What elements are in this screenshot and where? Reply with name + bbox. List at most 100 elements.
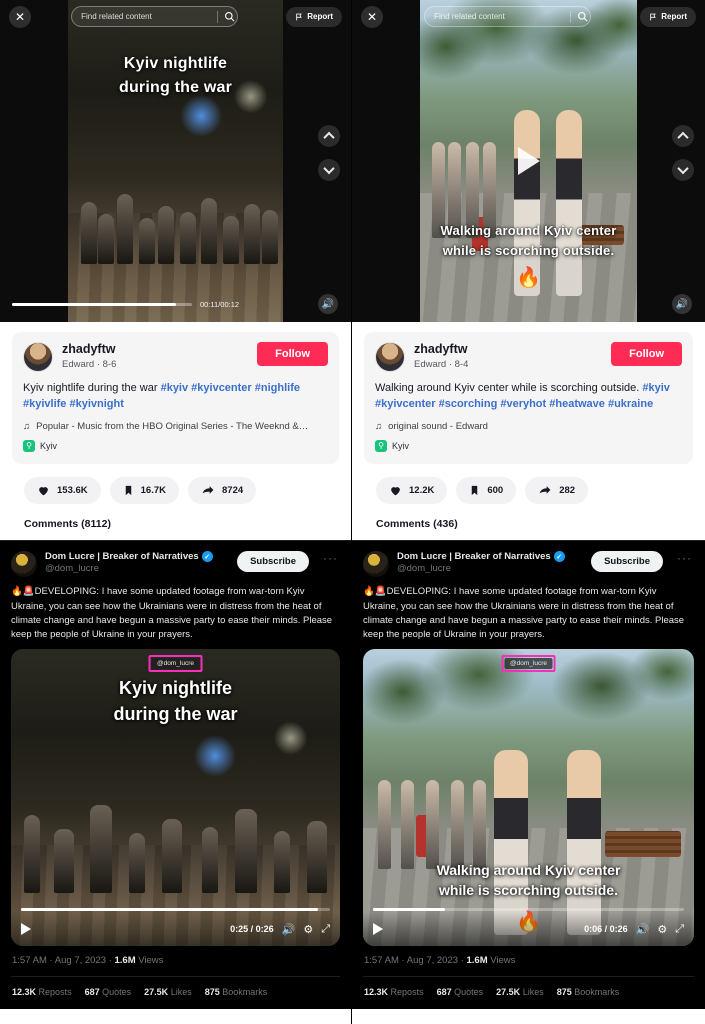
x-handle[interactable]: @dom_lucre xyxy=(397,563,583,574)
tiktok-location-chip[interactable]: ⚲ Kyiv xyxy=(375,439,410,452)
report-button[interactable]: Report xyxy=(640,6,696,27)
x-video-progress-bar[interactable] xyxy=(373,908,684,911)
volume-on-icon[interactable]: 🔊 xyxy=(282,923,296,936)
views-label: Views xyxy=(490,955,516,967)
tiktok-description: Walking around Kyiv center while is scor… xyxy=(375,381,682,413)
x-video-overlay-caption: Kyiv nightlife during the war xyxy=(11,675,340,727)
bookmarks-stat[interactable]: 875 Bookmarks xyxy=(557,987,620,997)
chevron-up-icon[interactable] xyxy=(318,125,340,147)
left-panel: Kyiv nightlife during the war ✕ Find rel… xyxy=(0,0,352,1024)
share-button[interactable]: 282 xyxy=(525,477,589,505)
search-input[interactable]: Find related content xyxy=(71,6,239,27)
comparison-view: Kyiv nightlife during the war ✕ Find rel… xyxy=(0,0,705,1024)
author-username[interactable]: zhadyftw xyxy=(414,342,602,358)
report-button[interactable]: Report xyxy=(286,6,342,27)
description-text: Walking around Kyiv center while is scor… xyxy=(375,382,643,394)
likes-stat[interactable]: 27.5K Likes xyxy=(496,987,544,997)
fullscreen-icon[interactable]: ⤢ xyxy=(675,923,684,936)
chevron-down-icon[interactable] xyxy=(672,159,694,181)
play-icon[interactable] xyxy=(21,923,31,936)
play-icon[interactable] xyxy=(517,147,540,175)
like-button[interactable]: 153.6K xyxy=(24,477,101,505)
heart-icon xyxy=(391,487,400,496)
tiktok-stats-row: 12.2K 600 282 xyxy=(364,464,693,505)
fullscreen-icon[interactable]: ⤢ xyxy=(321,923,330,936)
x-embedded-video-right[interactable]: @dom_lucre Walking around Kyiv center wh… xyxy=(363,649,694,947)
views-label: Views xyxy=(138,955,164,967)
music-title: Popular - Music from the HBO Original Se… xyxy=(36,420,309,432)
close-icon[interactable]: ✕ xyxy=(9,5,31,28)
video-navigation xyxy=(318,125,340,181)
tiktok-video-player-right[interactable]: Walking around Kyiv center while is scor… xyxy=(352,0,705,322)
post-date: Aug 7, 2023 xyxy=(406,955,459,967)
music-note-icon: ♫ xyxy=(23,420,31,432)
bookmark-count: 600 xyxy=(487,485,504,497)
likes-stat[interactable]: 27.5K Likes xyxy=(144,987,192,997)
x-post-left: Dom Lucre | Breaker of Narratives ✓ @dom… xyxy=(0,540,351,1010)
reposts-stat[interactable]: 12.3K Reposts xyxy=(12,987,72,997)
post-time: 1:57 AM xyxy=(364,955,399,967)
share-count: 8724 xyxy=(222,485,244,497)
x-display-name[interactable]: Dom Lucre | Breaker of Narratives xyxy=(397,551,551,562)
description-text: Kyiv nightlife during the war xyxy=(23,382,161,394)
quotes-stat[interactable]: 687 Quotes xyxy=(85,987,132,997)
comments-header: Comments (8112) xyxy=(24,518,111,531)
location-label: Kyiv xyxy=(392,440,410,451)
bookmark-icon xyxy=(125,486,131,496)
search-divider xyxy=(217,10,219,23)
x-handle[interactable]: @dom_lucre xyxy=(45,563,229,574)
x-embedded-video-left[interactable]: @dom_lucre Kyiv nightlife during the war… xyxy=(11,649,340,947)
quotes-stat[interactable]: 687 Quotes xyxy=(437,987,484,997)
follow-button[interactable]: Follow xyxy=(257,342,328,366)
avatar[interactable] xyxy=(11,551,37,578)
x-post-text: 🔥🚨DEVELOPING: I have some updated footag… xyxy=(363,586,685,641)
like-button[interactable]: 12.2K xyxy=(376,477,448,505)
tiktok-music-row[interactable]: ♫ original sound - Edward xyxy=(375,421,682,432)
tiktok-author-row: zhadyftw Edward · 8-4 Follow xyxy=(375,342,682,372)
more-options-icon[interactable]: ··· xyxy=(671,551,694,565)
avatar[interactable] xyxy=(23,342,53,372)
bookmark-button[interactable]: 600 xyxy=(456,477,517,505)
x-video-controls: 0:06 / 0:26 🔊 ⚙ ⤢ xyxy=(363,908,694,947)
settings-gear-icon[interactable]: ⚙ xyxy=(303,923,313,936)
author-username[interactable]: zhadyftw xyxy=(62,342,248,358)
video-overlay-caption: Kyiv nightlife during the war xyxy=(68,52,283,100)
more-options-icon[interactable]: ··· xyxy=(317,551,340,565)
caption-line-1: Walking around Kyiv center xyxy=(440,223,617,238)
chevron-up-icon[interactable] xyxy=(672,125,694,147)
tiktok-music-row[interactable]: ♫ Popular - Music from the HBO Original … xyxy=(23,421,328,432)
avatar[interactable] xyxy=(363,551,389,578)
like-count: 153.6K xyxy=(57,485,88,497)
reposts-stat[interactable]: 12.3K Reposts xyxy=(364,987,424,997)
tiktok-location-chip[interactable]: ⚲ Kyiv xyxy=(23,439,57,452)
play-icon[interactable] xyxy=(373,923,383,936)
tiktok-video-player-left[interactable]: Kyiv nightlife during the war ✕ Find rel… xyxy=(0,0,351,322)
search-input[interactable]: Find related content xyxy=(424,6,592,27)
subscribe-button[interactable]: Subscribe xyxy=(237,551,309,573)
tiktok-topbar: ✕ Find related content Report xyxy=(0,0,351,33)
avatar[interactable] xyxy=(375,342,405,372)
bookmark-button[interactable]: 16.7K xyxy=(109,477,179,505)
volume-on-icon[interactable]: 🔊 xyxy=(636,923,650,936)
x-video-progress-bar[interactable] xyxy=(21,908,330,911)
video-progress-bar[interactable] xyxy=(12,302,192,306)
tiktok-topbar: ✕ Find related content Report xyxy=(352,0,705,33)
verified-badge-icon: ✓ xyxy=(553,551,565,563)
heart-icon xyxy=(39,487,48,496)
follow-button[interactable]: Follow xyxy=(611,342,682,366)
settings-gear-icon[interactable]: ⚙ xyxy=(657,923,667,936)
close-icon[interactable]: ✕ xyxy=(361,5,383,28)
subscribe-button[interactable]: Subscribe xyxy=(591,551,663,573)
video-watermark: @dom_lucre xyxy=(151,658,200,670)
tiktok-info-card: zhadyftw Edward · 8-4 Follow Walking aro… xyxy=(364,332,693,465)
caption-line-2: while is scorching outside. xyxy=(439,882,618,899)
volume-on-icon[interactable]: 🔊 xyxy=(672,294,692,314)
x-video-time: 0:25 / 0:26 xyxy=(230,924,274,935)
author-names: zhadyftw Edward · 8-4 xyxy=(414,342,602,370)
caption-line-2: while is scorching outside. xyxy=(442,242,615,258)
bookmarks-stat[interactable]: 875 Bookmarks xyxy=(205,987,268,997)
x-display-name[interactable]: Dom Lucre | Breaker of Narratives xyxy=(45,551,199,562)
author-subtitle: Edward · 8-4 xyxy=(414,358,469,370)
share-button[interactable]: 8724 xyxy=(188,477,257,505)
chevron-down-icon[interactable] xyxy=(318,159,340,181)
